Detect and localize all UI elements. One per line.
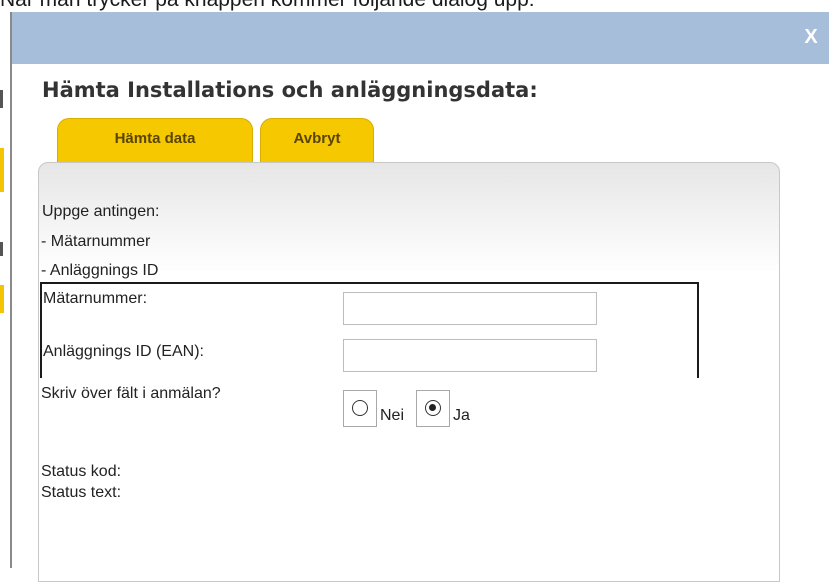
radio-nei[interactable] [343, 390, 377, 427]
background-edge-mark [0, 90, 3, 108]
document-caption: När man trycker på knappen kommer följan… [0, 0, 829, 12]
overwrite-question: Skriv över fält i anmälan? [41, 385, 221, 402]
radio-selected-icon [425, 400, 441, 416]
status-text-label: Status text: [41, 484, 122, 501]
status-code-label: Status kod: [41, 463, 122, 480]
meter-number-input[interactable] [343, 292, 597, 325]
facility-id-input[interactable] [343, 339, 597, 372]
background-edge-highlight [0, 285, 4, 313]
instruction-item-meter: - Mätarnummer [41, 233, 151, 250]
radio-ja[interactable] [416, 390, 450, 427]
background-edge-mark [0, 242, 3, 256]
dialog-heading: Hämta Installations och anläggningsdata: [42, 78, 538, 102]
background-edge-highlight [0, 148, 4, 192]
dialog-titlebar: X [12, 12, 829, 64]
instruction-item-facility: - Anläggnings ID [41, 262, 159, 279]
radio-ja-label: Ja [453, 407, 470, 424]
instructions-title: Uppge antingen: [42, 203, 160, 220]
meter-number-label: Mätarnummer: [43, 290, 148, 307]
facility-id-label: Anläggnings ID (EAN): [43, 343, 204, 360]
cancel-tab[interactable]: Avbryt [260, 118, 374, 164]
fetch-data-dialog: X Hämta Installations och anläggningsdat… [10, 12, 829, 582]
radio-unselected-icon [352, 400, 368, 416]
radio-dot-icon [429, 404, 436, 411]
fetch-data-tab[interactable]: Hämta data [57, 118, 253, 164]
close-button[interactable]: X [799, 22, 823, 52]
radio-nei-label: Nei [380, 407, 405, 424]
